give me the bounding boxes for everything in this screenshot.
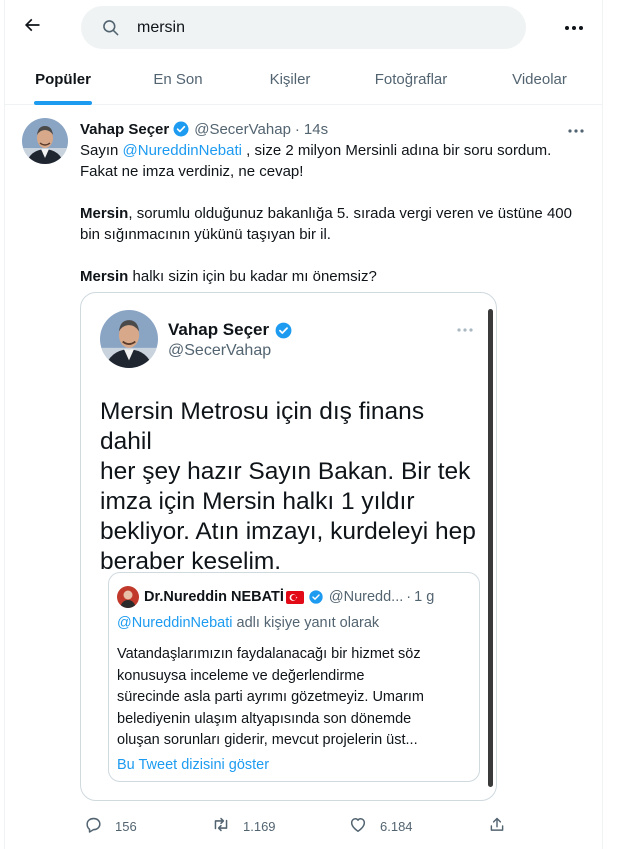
share-icon [488, 815, 506, 837]
text-line: bekliyor. Atın imzayı, kurdeleyi hep [100, 518, 476, 545]
tab-videos[interactable]: Videolar [476, 54, 603, 105]
search-input[interactable] [137, 18, 497, 37]
more-dots-icon [568, 120, 584, 138]
text-segment: Sayın [80, 142, 123, 159]
tab-label: Fotoğraflar [374, 71, 448, 88]
tweet-action-bar: 156 1.169 6.184 [80, 814, 510, 838]
quoted-author-handle: @Nuredd... [328, 589, 404, 605]
tab-latest[interactable]: En Son [122, 54, 234, 105]
tweet[interactable]: Vahap Seçer @SecerVahap · 14s Sayın @Nur… [4, 106, 603, 849]
search-settings-button[interactable] [559, 12, 589, 42]
media-author-handle: @SecerVahap [168, 342, 272, 359]
mention-link[interactable]: @NureddinNebati [123, 142, 242, 159]
reply-button[interactable]: 156 [84, 814, 137, 838]
text-line: Vatandaşlarımızın faydalanacağı bir hizm… [117, 646, 421, 662]
quoted-avatar [117, 586, 139, 608]
active-tab-indicator [34, 101, 92, 105]
text-line: Fakat ne imza verdiniz, ne cevap! [80, 163, 304, 180]
like-count: 6.184 [380, 818, 413, 834]
avatar[interactable] [22, 118, 68, 164]
text-line: konusuysa inceleme ve değerlendirme [117, 667, 365, 684]
tweet-text: Sayın @NureddinNebati , size 2 milyon Me… [80, 140, 580, 287]
tweet-timestamp[interactable]: 14s [304, 121, 328, 138]
quoted-timestamp: 1 g [414, 589, 435, 605]
more-dots-icon [457, 319, 473, 337]
tab-label: Kişiler [269, 71, 311, 88]
tab-label: Videolar [512, 71, 567, 88]
tweet-media-image[interactable]: Vahap Seçer @SecerVahap Mersin Metrosu i… [80, 292, 497, 801]
tweet-more-button[interactable] [562, 118, 590, 140]
text-segment: adlı kişiye yanıt olarak [232, 615, 380, 631]
tweet-header: Vahap Seçer @SecerVahap · 14s [80, 118, 328, 140]
share-button[interactable] [488, 814, 506, 838]
media-avatar [100, 310, 158, 368]
text-line: belediyenin ulaşım altyapısında son döne… [117, 710, 412, 727]
text-segment: , sorumlu olduğunuz bakanlığa 5. sırada … [80, 205, 572, 243]
separator-dot: · [406, 589, 412, 605]
more-dots-icon [564, 18, 584, 36]
media-tweet-text: Mersin Metrosu için dış finans dahil her… [100, 397, 480, 577]
retweet-button[interactable]: 1.169 [211, 814, 276, 838]
media-author-label: Vahap Seçer [168, 320, 270, 339]
reply-context: @NureddinNebati adlı kişiye yanıt olarak [117, 615, 379, 631]
text-line: Mersin Metrosu için dış finans dahil [100, 398, 425, 455]
keyword-highlight: Mersin [80, 205, 129, 222]
image-edge-bar [488, 309, 493, 787]
text-line: imza için Mersin halkı 1 yıldır [100, 488, 415, 515]
verified-badge-icon [172, 120, 190, 138]
text-segment: halkı sizin için bu kadar mı önemsiz? [128, 268, 377, 285]
text-line: sürecinde asla parti ayrımı gözetmeyiz. … [117, 689, 425, 705]
text-line: her şey hazır Sayın Bakan. Bir tek [100, 458, 471, 485]
search-bar[interactable] [81, 6, 526, 49]
reply-count: 156 [115, 818, 137, 834]
tab-popular[interactable]: Popüler [4, 54, 122, 105]
mention-link: @NureddinNebati [117, 615, 233, 631]
verified-badge-icon [274, 321, 293, 340]
turkish-flag-icon [285, 590, 304, 604]
search-tabs: Popüler En Son Kişiler Fotoğraflar Video… [4, 54, 603, 105]
author-handle[interactable]: @SecerVahap [194, 121, 291, 138]
tab-photos[interactable]: Fotoğraflar [346, 54, 476, 105]
text-segment: , size 2 milyon Mersinli adına bir soru … [242, 142, 552, 159]
quoted-author-name: Dr.Nureddin NEBATİ [144, 589, 284, 605]
verified-badge-icon [308, 589, 324, 605]
tab-label: Popüler [35, 71, 91, 88]
retweet-icon [211, 815, 231, 837]
quoted-tweet-text: Vatandaşlarımızın faydalanacağı bir hizm… [117, 644, 472, 752]
text-line: oluşan sorunları giderir, mevcut projele… [117, 732, 418, 748]
back-arrow-icon [22, 15, 42, 40]
retweet-count: 1.169 [243, 818, 276, 834]
tab-people[interactable]: Kişiler [234, 54, 346, 105]
search-icon [101, 18, 121, 38]
heart-icon [348, 815, 368, 837]
tab-label: En Son [153, 71, 203, 88]
media-author-name: Vahap Seçer [168, 320, 297, 340]
author-name[interactable]: Vahap Seçer [80, 121, 169, 138]
quoted-tweet-header: Dr.Nureddin NEBATİ @Nuredd... · 1 g [117, 586, 434, 608]
show-thread-link: Bu Tweet dizisini göster [117, 757, 270, 773]
quoted-tweet: Dr.Nureddin NEBATİ @Nuredd... · 1 g @Nur… [108, 572, 480, 782]
like-button[interactable]: 6.184 [348, 814, 413, 838]
search-header [4, 0, 603, 54]
separator-dot: · [294, 120, 300, 138]
reply-icon [84, 815, 103, 837]
back-button[interactable] [14, 9, 50, 45]
keyword-highlight: Mersin [80, 268, 129, 285]
